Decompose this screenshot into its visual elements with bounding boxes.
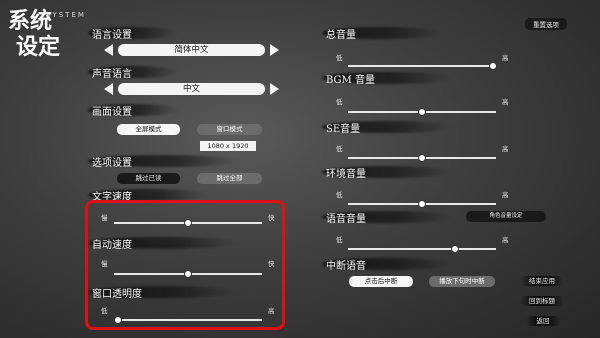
- master-volume-slider[interactable]: [348, 62, 498, 70]
- text-language-selector[interactable]: 简体中文: [118, 44, 265, 56]
- slider-knob[interactable]: [418, 154, 426, 162]
- env-volume-max: 高: [502, 191, 509, 199]
- interrupt-click-button[interactable]: 点击后中断: [349, 276, 413, 287]
- se-volume-max: 高: [502, 145, 509, 153]
- slider-knob[interactable]: [450, 245, 459, 253]
- voice-language-selector[interactable]: 中文: [118, 83, 265, 95]
- voice-language-next-arrow[interactable]: [270, 83, 279, 95]
- bgm-volume-label: BGM 音量: [326, 75, 375, 86]
- return-button[interactable]: 返回: [526, 316, 560, 326]
- slider-knob[interactable]: [418, 200, 426, 208]
- slider-knob[interactable]: [418, 108, 426, 116]
- bgm-volume-max: 高: [502, 98, 509, 106]
- voice-volume-slider[interactable]: [348, 245, 496, 253]
- master-volume-max: 高: [502, 54, 509, 62]
- env-volume-label: 环境音量: [326, 169, 366, 180]
- skip-read-button[interactable]: 跳过已读: [117, 173, 180, 184]
- character-volume-button[interactable]: 角色音量设定: [466, 211, 546, 222]
- env-volume-min: 低: [336, 191, 343, 199]
- se-volume-min: 低: [336, 145, 343, 153]
- slider-knob[interactable]: [489, 62, 498, 70]
- bgm-volume-slider[interactable]: [348, 108, 496, 116]
- resolution-value[interactable]: 1080 x 1920: [200, 141, 256, 151]
- skip-label: 选项设置: [92, 158, 132, 169]
- reset-button[interactable]: 重置选项: [525, 18, 567, 30]
- system-label: SYSTEM: [46, 11, 86, 19]
- bgm-volume-min: 低: [336, 98, 343, 106]
- se-volume-slider[interactable]: [348, 154, 496, 162]
- end-app-button[interactable]: 结束应用: [520, 276, 564, 286]
- env-volume-slider[interactable]: [348, 200, 496, 208]
- interrupt-next-button[interactable]: 播放下句时中断: [429, 276, 495, 287]
- title-line2: 设定: [16, 34, 61, 60]
- voice-volume-max: 高: [502, 236, 509, 244]
- master-volume-min: 低: [336, 54, 343, 62]
- highlight-box: [85, 200, 285, 330]
- se-volume-label: SE音量: [326, 124, 361, 135]
- back-to-title-button[interactable]: 回到标题: [520, 296, 564, 306]
- fullscreen-button[interactable]: 全屏模式: [117, 124, 180, 135]
- windowed-button[interactable]: 窗口模式: [197, 124, 262, 135]
- voice-volume-min: 低: [336, 236, 343, 244]
- text-language-next-arrow[interactable]: [270, 44, 279, 56]
- interrupt-label: 中断语音: [326, 261, 366, 272]
- display-label: 画面设置: [92, 107, 132, 118]
- voice-language-label: 声音语言: [92, 69, 132, 80]
- text-language-label: 语言设置: [92, 30, 132, 41]
- voice-volume-label: 语音音量: [326, 214, 366, 225]
- text-language-prev-arrow[interactable]: [104, 44, 113, 56]
- voice-language-prev-arrow[interactable]: [104, 83, 113, 95]
- master-volume-label: 总音量: [326, 30, 356, 41]
- skip-all-button[interactable]: 跳过全部: [197, 173, 262, 184]
